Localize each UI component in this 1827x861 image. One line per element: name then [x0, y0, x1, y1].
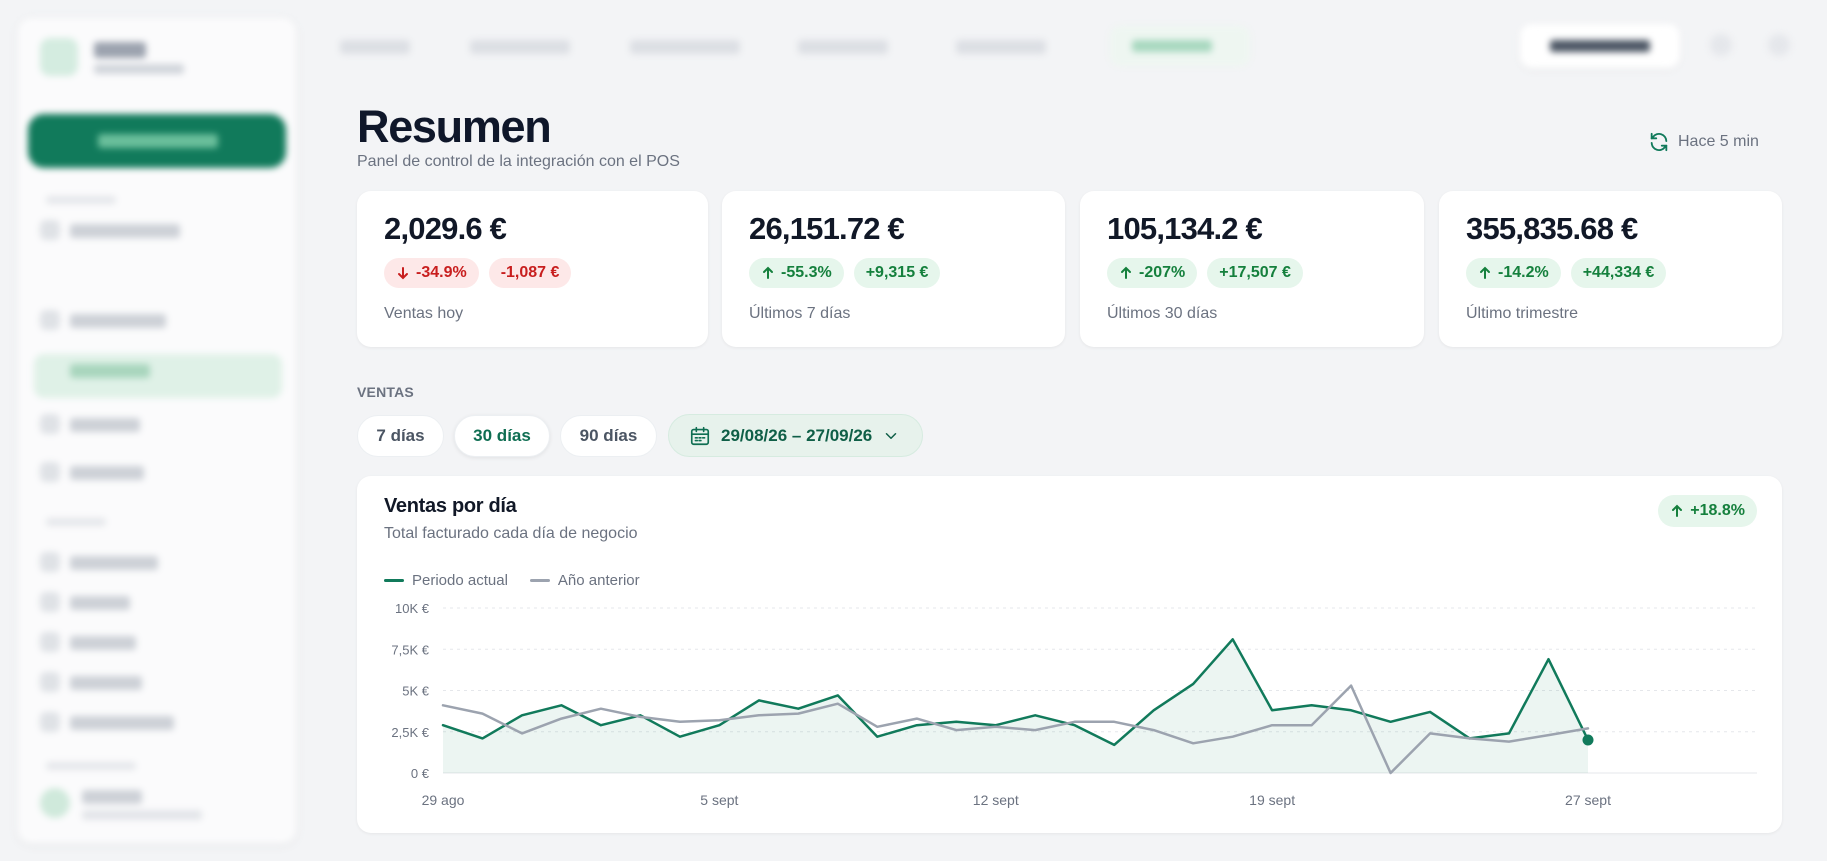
range-chip-30-days[interactable]: 30 días: [454, 415, 550, 457]
top-nav-account-button[interactable]: [1520, 24, 1680, 68]
kpi-pct: -207%: [1139, 264, 1186, 281]
top-nav-item[interactable]: [956, 40, 1046, 54]
chevron-down-icon: [886, 432, 897, 439]
user-avatar[interactable]: [40, 788, 70, 818]
kpi-pct-badge: -55.3%: [749, 258, 844, 288]
kpi-value: 26,151.72 €: [749, 211, 905, 246]
sidebar-item[interactable]: [70, 676, 142, 690]
x-tick-label: 5 sept: [700, 792, 738, 808]
sales-chart-card: Ventas por día Total facturado cada día …: [357, 476, 1782, 833]
sales-line-chart[interactable]: 0 € 2,5K € 5K € 7,5K € 10K € 29 ago 5 sept 12 s…: [357, 476, 1782, 833]
sidebar-section-label: [46, 196, 116, 204]
kpi-label: Últimos 7 días: [749, 305, 851, 322]
kpi-delta-badge: +17,507 €: [1207, 258, 1303, 288]
sidebar-item[interactable]: [70, 466, 144, 480]
app-name-blurred: [94, 42, 146, 58]
x-tick-label: 19 sept: [1249, 792, 1295, 808]
kpi-card-7-days: 26,151.72 € -55.3% +9,315 € Últimos 7 dí…: [722, 191, 1065, 347]
x-tick-label: 27 sept: [1565, 792, 1611, 808]
sidebar-item-icon: [40, 592, 60, 612]
y-tick-label: 5K €: [402, 684, 430, 699]
user-email-blurred: [82, 810, 202, 820]
sidebar-item-icon: [40, 414, 60, 434]
kpi-delta-badge: +44,334 €: [1570, 258, 1667, 288]
notification-icon[interactable]: [1710, 34, 1732, 56]
refresh-button[interactable]: Hace 5 min: [1648, 131, 1759, 153]
top-nav-item[interactable]: [630, 40, 740, 54]
sidebar-section-label: [46, 762, 136, 770]
kpi-value: 2,029.6 €: [384, 211, 507, 246]
user-name-blurred: [82, 790, 142, 804]
sidebar-item[interactable]: [70, 418, 140, 432]
range-chip-90-days[interactable]: 90 días: [560, 415, 657, 457]
section-title-sales: VENTAS: [357, 384, 414, 400]
kpi-value: 105,134.2 €: [1107, 211, 1263, 246]
y-tick-label: 0 €: [411, 766, 430, 781]
app-logo: [40, 38, 78, 76]
kpi-pct-badge: -34.9%: [384, 258, 479, 288]
sidebar-item-icon: [40, 632, 60, 652]
kpi-pct-badge: -14.2%: [1466, 258, 1561, 288]
x-tick-label: 12 sept: [973, 792, 1019, 808]
sidebar-item[interactable]: [70, 596, 130, 610]
arrow-up-icon: [1480, 266, 1490, 279]
kpi-delta: +17,507 €: [1219, 264, 1291, 281]
kpi-label: Ventas hoy: [384, 305, 464, 322]
top-nav-status-pill[interactable]: [1110, 26, 1250, 66]
sidebar-item-icon: [40, 220, 60, 240]
arrow-down-icon: [398, 267, 408, 280]
kpi-card-today: 2,029.6 € -34.9% -1,087 € Ventas hoy: [357, 191, 708, 347]
page-subtitle: Panel de control de la integración con e…: [357, 153, 680, 170]
sidebar-item-icon: [40, 462, 60, 482]
date-range-label: 29/08/26 – 27/09/26: [721, 425, 873, 445]
sidebar-item[interactable]: [70, 716, 174, 730]
kpi-delta: +9,315 €: [865, 264, 929, 281]
kpi-delta-badge: +9,315 €: [853, 258, 941, 288]
sidebar-item[interactable]: [70, 556, 158, 570]
sidebar-section-label: [46, 518, 106, 526]
top-nav-item[interactable]: [340, 40, 410, 54]
arrow-up-icon: [763, 266, 773, 279]
kpi-delta: +44,334 €: [1582, 264, 1655, 281]
kpi-pct: -55.3%: [781, 264, 832, 281]
kpi-card-quarter: 355,835.68 € -14.2% +44,334 € Último tri…: [1439, 191, 1782, 347]
x-tick-label: 29 ago: [422, 792, 465, 808]
range-chip-7-days[interactable]: 7 días: [357, 415, 444, 457]
kpi-value: 355,835.68 €: [1466, 211, 1638, 246]
sidebar-item-icon: [40, 672, 60, 692]
sidebar-item-icon: [40, 310, 60, 330]
kpi-card-30-days: 105,134.2 € -207% +17,507 € Últimos 30 d…: [1080, 191, 1424, 347]
top-navigation: [320, 14, 1820, 80]
sidebar-item[interactable]: [70, 636, 136, 650]
sidebar-primary-button[interactable]: [28, 114, 286, 168]
sidebar-item[interactable]: [70, 224, 180, 238]
calendar-icon: [690, 426, 710, 445]
date-range-picker[interactable]: 29/08/26 – 27/09/26: [668, 414, 923, 457]
sidebar: [18, 18, 296, 843]
app-tagline-blurred: [94, 64, 184, 74]
kpi-label: Últimos 30 días: [1107, 305, 1218, 322]
y-tick-label: 7,5K €: [391, 642, 429, 657]
y-tick-label: 10K €: [395, 601, 430, 616]
sidebar-item[interactable]: [70, 314, 166, 328]
series-area-current: [443, 639, 1588, 773]
top-nav-item[interactable]: [470, 40, 570, 54]
kpi-pct-badge: -207%: [1107, 258, 1198, 288]
kpi-delta: -1,087 €: [500, 264, 560, 281]
refresh-label: Hace 5 min: [1678, 133, 1759, 150]
page-title: Resumen: [357, 101, 552, 152]
kpi-delta-badge: -1,087 €: [488, 258, 572, 288]
sidebar-item-icon: [40, 712, 60, 732]
y-tick-label: 2,5K €: [391, 725, 429, 740]
settings-icon[interactable]: [1768, 34, 1790, 56]
refresh-icon: [1650, 132, 1668, 152]
sidebar-item-label: [70, 364, 150, 378]
arrow-up-icon: [1121, 266, 1131, 279]
kpi-label: Último trimestre: [1466, 305, 1579, 322]
kpi-pct: -14.2%: [1498, 264, 1549, 281]
current-endpoint-marker: [1582, 734, 1594, 746]
kpi-pct: -34.9%: [416, 264, 467, 281]
top-nav-item[interactable]: [798, 40, 888, 54]
sidebar-item-icon: [40, 552, 60, 572]
